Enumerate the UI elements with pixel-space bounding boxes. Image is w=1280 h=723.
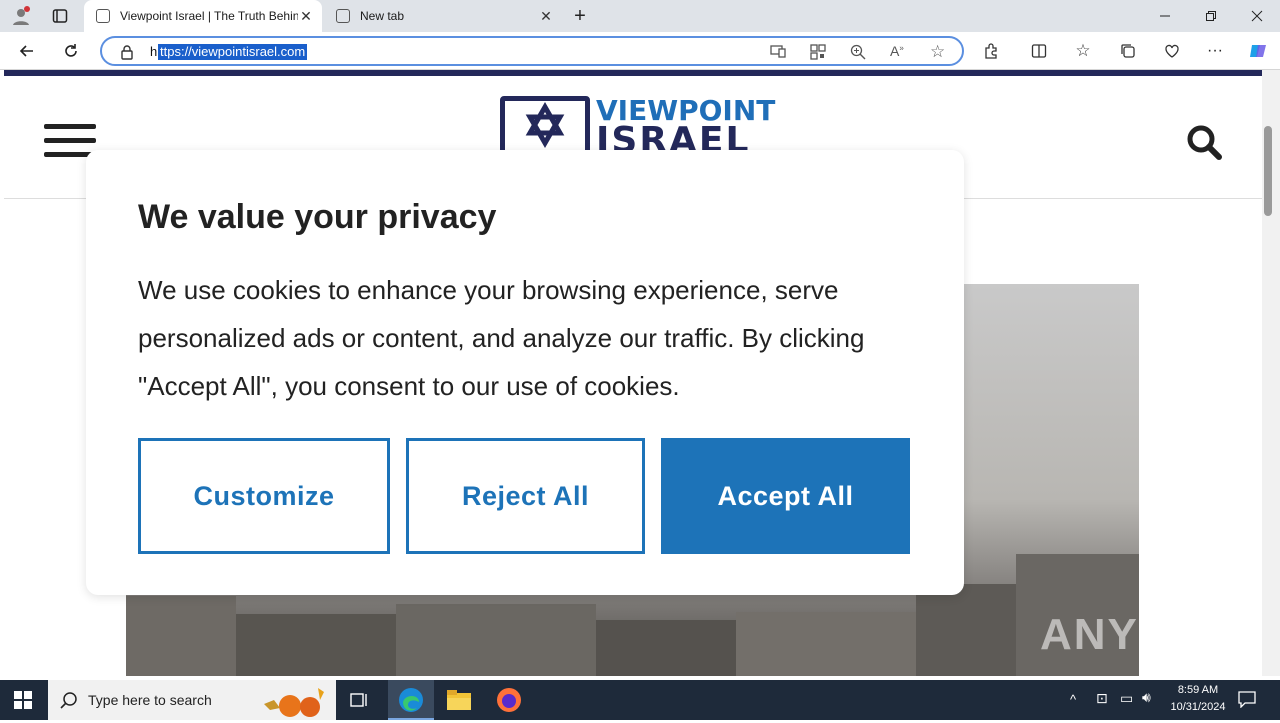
- volume-tray-icon[interactable]: 🔊︎: [1142, 689, 1151, 706]
- tab-viewpoint-israel[interactable]: Viewpoint Israel | The Truth Behind ✕: [84, 0, 322, 32]
- accept-all-button[interactable]: Accept All: [661, 438, 910, 554]
- favorite-star-icon[interactable]: ☆: [930, 42, 945, 62]
- close-tab-icon[interactable]: ✕: [538, 8, 554, 24]
- split-screen-icon[interactable]: [1024, 36, 1054, 66]
- new-tab-plus-icon[interactable]: +: [565, 1, 595, 31]
- monitor-tray-icon[interactable]: ▭: [1120, 690, 1133, 707]
- browser-essentials-icon[interactable]: [1157, 36, 1187, 66]
- tab-actions-icon[interactable]: [45, 1, 75, 31]
- profile-icon[interactable]: [6, 1, 36, 31]
- extensions-icon[interactable]: [976, 36, 1006, 66]
- collections-icon[interactable]: [1113, 36, 1143, 66]
- task-view-icon[interactable]: [350, 691, 370, 714]
- windows-taskbar: Type here to search ^ ⊡ ▭ 🔊︎ 8:59 AM 10/…: [0, 680, 1280, 720]
- scrollbar-thumb[interactable]: [1264, 126, 1272, 216]
- zoom-icon[interactable]: [850, 44, 866, 65]
- cookie-heading: We value your privacy: [138, 198, 497, 236]
- close-window-icon[interactable]: [1242, 1, 1272, 31]
- windows-start-icon[interactable]: [14, 691, 32, 714]
- address-toolbar: h ttps://viewpointisrael.com A» ☆ ☆ ···: [0, 32, 1280, 70]
- minimize-icon[interactable]: [1150, 1, 1180, 31]
- app-available-icon[interactable]: [770, 44, 786, 63]
- back-icon[interactable]: [12, 36, 42, 66]
- cookie-body-text: We use cookies to enhance your browsing …: [138, 275, 865, 401]
- network-tray-icon[interactable]: ⊡: [1096, 690, 1108, 707]
- edge-taskbar-icon[interactable]: [388, 680, 434, 720]
- taskbar-search-box[interactable]: Type here to search: [48, 680, 336, 720]
- tab-title: Viewpoint Israel | The Truth Behind: [120, 9, 298, 23]
- reject-all-button[interactable]: Reject All: [406, 438, 645, 554]
- tab-title: New tab: [360, 9, 405, 23]
- url-text-start: h: [150, 44, 158, 59]
- copilot-icon[interactable]: [1243, 36, 1273, 66]
- url-bar[interactable]: h ttps://viewpointisrael.com A» ☆: [100, 36, 964, 66]
- search-icon[interactable]: [1186, 124, 1222, 165]
- tray-chevron-icon[interactable]: ^: [1070, 692, 1076, 707]
- lock-icon[interactable]: [120, 44, 134, 65]
- cookie-consent-dialog: We value your privacy We use cookies to …: [86, 150, 964, 595]
- restore-icon[interactable]: [1196, 1, 1226, 31]
- search-icon: [60, 691, 78, 714]
- settings-more-icon[interactable]: ···: [1200, 36, 1230, 66]
- file-explorer-icon[interactable]: [446, 689, 472, 716]
- anyrun-watermark: ANY RUN: [1040, 610, 1254, 659]
- favorites-icon[interactable]: ☆: [1068, 36, 1098, 66]
- shield-favicon-icon: [96, 9, 110, 23]
- read-aloud-icon[interactable]: A»: [890, 43, 904, 59]
- firefox-icon[interactable]: [496, 687, 522, 718]
- notification-center-icon[interactable]: [1238, 690, 1256, 713]
- url-text-selected[interactable]: ttps://viewpointisrael.com: [158, 44, 308, 60]
- qr-code-icon[interactable]: [810, 44, 826, 65]
- refresh-icon[interactable]: [56, 36, 86, 66]
- tab-new-tab[interactable]: New tab ✕: [324, 0, 562, 32]
- customize-button[interactable]: Customize: [138, 438, 390, 554]
- new-tab-favicon-icon: [336, 9, 350, 23]
- halloween-pumpkin-icon: [260, 684, 330, 723]
- close-tab-icon[interactable]: ✕: [298, 8, 314, 24]
- clock-time[interactable]: 8:59 AM: [1160, 684, 1236, 696]
- browser-tab-bar: Viewpoint Israel | The Truth Behind ✕ Ne…: [0, 0, 1280, 32]
- clock-date[interactable]: 10/31/2024: [1160, 701, 1236, 713]
- search-placeholder: Type here to search: [88, 692, 212, 708]
